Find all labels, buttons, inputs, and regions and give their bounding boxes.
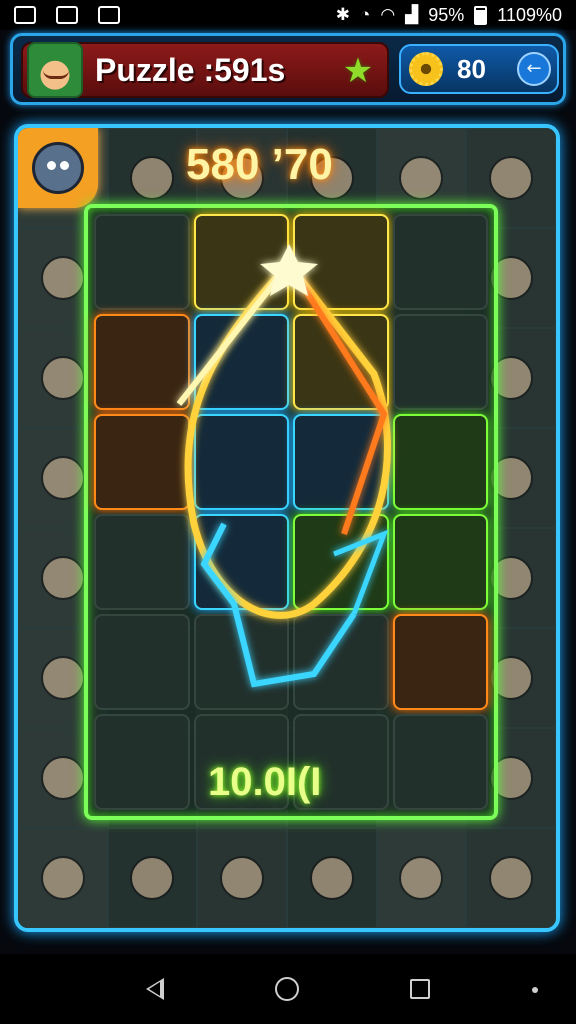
gear-icon[interactable] <box>409 52 443 86</box>
background-tile <box>107 828 198 928</box>
puzzle-piece[interactable] <box>94 714 190 810</box>
puzzle-board: 580 ’70 10.0I(I <box>14 124 560 932</box>
character-face <box>40 456 85 500</box>
move-counter: 10.0I(I <box>208 760 322 804</box>
character-face <box>399 156 444 200</box>
character-face <box>40 256 85 300</box>
puzzle-piece[interactable] <box>94 414 190 510</box>
puzzle-title: Puzzle :591s <box>95 51 286 88</box>
star-icon[interactable]: ★ <box>339 52 377 90</box>
alarm-icon: ◔ <box>360 5 371 24</box>
puzzle-piece[interactable] <box>193 214 289 310</box>
puzzle-piece[interactable] <box>94 314 190 410</box>
play-area[interactable] <box>84 204 498 820</box>
puzzle-piece[interactable] <box>193 514 289 610</box>
puzzle-piece[interactable] <box>392 714 488 810</box>
battery-percent: 95% <box>428 4 465 25</box>
title-panel: Puzzle :591s ★ <box>21 42 389 98</box>
puzzle-piece[interactable] <box>392 314 488 410</box>
puzzle-piece[interactable] <box>94 214 190 310</box>
avatar-icon[interactable] <box>27 42 83 98</box>
cat-icon <box>32 142 84 194</box>
shield-icon <box>98 6 120 24</box>
score-display: 580 ’70 <box>186 140 333 189</box>
character-face <box>220 856 265 900</box>
character-face <box>399 856 444 900</box>
puzzle-piece[interactable] <box>293 614 389 710</box>
background-tile <box>286 828 377 928</box>
background-tile <box>197 828 287 928</box>
character-face <box>130 856 175 900</box>
puzzle-piece[interactable] <box>94 614 190 710</box>
status-bar: ✱ ◔ ◠ ▟ 95% 1109%0 <box>0 0 576 30</box>
background-tile <box>466 828 556 928</box>
clock: 1109%0 <box>497 4 562 25</box>
puzzle-piece[interactable] <box>392 614 488 710</box>
puzzle-piece[interactable] <box>193 314 289 410</box>
character-face <box>130 156 175 200</box>
nav-dot <box>532 987 538 993</box>
puzzle-grid <box>94 214 488 810</box>
battery-icon <box>474 5 488 25</box>
character-face <box>40 656 85 700</box>
character-face <box>40 856 85 900</box>
puzzle-piece[interactable] <box>293 214 389 310</box>
nav-recents-icon[interactable] <box>410 979 431 999</box>
signal-icon: ▟ <box>405 5 419 24</box>
puzzle-piece[interactable] <box>293 514 389 610</box>
puzzle-piece[interactable] <box>293 414 389 510</box>
puzzle-piece[interactable] <box>392 214 488 310</box>
character-face <box>309 856 354 900</box>
coin-counter[interactable]: 80 ← <box>399 44 559 94</box>
puzzle-piece[interactable] <box>392 414 488 510</box>
character-face <box>40 756 85 800</box>
background-tile <box>376 828 467 928</box>
nav-home-icon[interactable] <box>274 977 299 1001</box>
gallery-icon <box>56 6 78 24</box>
puzzle-piece[interactable] <box>293 314 389 410</box>
gmail-icon <box>14 6 36 24</box>
bluetooth-icon: ✱ <box>335 5 351 24</box>
character-face <box>40 356 85 400</box>
game-header: Puzzle :591s ★ 80 ← <box>10 33 566 105</box>
puzzle-piece[interactable] <box>193 614 289 710</box>
puzzle-piece[interactable] <box>193 414 289 510</box>
coin-value: 80 <box>457 53 486 84</box>
character-badge[interactable] <box>18 128 98 208</box>
background-tile <box>18 828 108 928</box>
nav-back-icon[interactable] <box>145 978 164 1000</box>
back-arrow-icon[interactable]: ← <box>517 52 551 86</box>
character-face <box>40 556 85 600</box>
character-face <box>489 156 534 200</box>
puzzle-piece[interactable] <box>392 514 488 610</box>
wifi-icon: ◠ <box>380 5 396 24</box>
character-face <box>489 856 534 900</box>
puzzle-piece[interactable] <box>94 514 190 610</box>
system-nav-bar <box>0 954 576 1024</box>
